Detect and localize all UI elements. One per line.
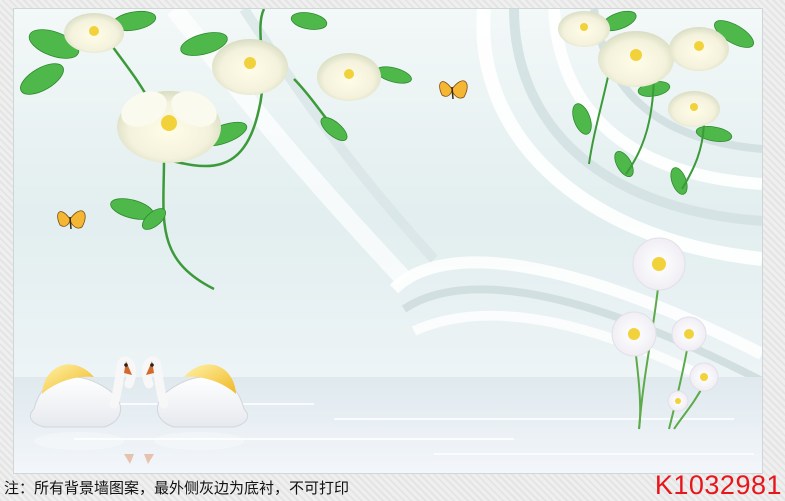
swan-icon	[141, 356, 249, 428]
product-code: K1032981	[654, 470, 782, 500]
water-reflection	[14, 377, 762, 473]
butterfly-icon	[57, 210, 86, 230]
swan-icon	[29, 356, 137, 428]
mural-artwork	[14, 9, 762, 473]
printing-note: 注：所有背景墙图案，最外侧灰边为底衬，不可打印	[4, 479, 350, 497]
background-mural	[14, 9, 762, 473]
butterfly-icon	[439, 80, 468, 100]
